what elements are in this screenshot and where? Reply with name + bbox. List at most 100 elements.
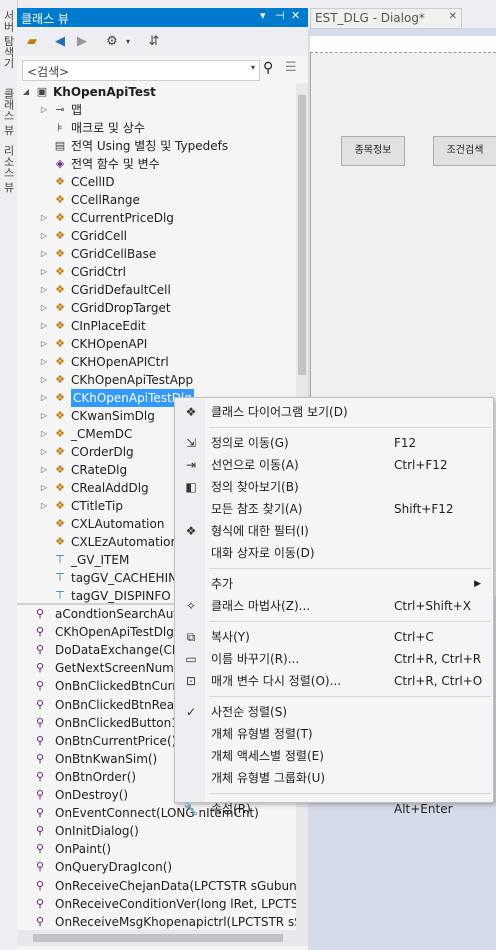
document-tab-label: EST_DLG - Dialog* <box>315 11 425 25</box>
menu-item[interactable]: ❖ 클래스 다이어그램 보기(D) <box>175 401 493 423</box>
menu-item[interactable]: ⇲ 정의로 이동(G) F12 <box>175 432 493 454</box>
goto-definition-icon: ⇲ <box>185 436 197 450</box>
tab-server-explorer[interactable]: 서버 탐색기 <box>1 10 16 69</box>
member-item-label: OnReceiveMsgKhopenapictrl(LPCTSTR sScrN <box>55 914 296 929</box>
scrollbar-thumb[interactable] <box>33 934 283 942</box>
member-item[interactable]: ⚲ OnReceiveMsgKhopenapictrl(LPCTSTR sScrN <box>17 913 296 930</box>
tree-item[interactable]: ▷ ❖ CGridCtrl <box>17 263 296 281</box>
menu-item[interactable]: ❖ 형식에 대한 필터(I) <box>175 520 493 542</box>
tree-item[interactable]: ▷ ❖ CKHOpenAPI <box>17 335 296 353</box>
class-icon: ❖ <box>55 409 65 422</box>
expand-toggle-icon[interactable]: ▷ <box>39 425 49 443</box>
search-icon[interactable]: ⚲ <box>263 60 273 76</box>
expand-toggle-icon[interactable]: ▷ <box>39 245 49 263</box>
expand-toggle-icon[interactable]: ▷ <box>39 281 49 299</box>
tree-item[interactable]: ▷ ❖ CGridCell <box>17 227 296 245</box>
tree-item[interactable]: ◈ 전역 함수 및 변수 <box>17 155 296 173</box>
menu-item[interactable]: 개체 유형별 그룹화(U) <box>175 767 493 789</box>
menu-item[interactable]: 🔧 속성(R) Alt+Enter <box>175 798 493 820</box>
menu-item[interactable]: ⊡ 매개 변수 다시 정렬(O)... Ctrl+R, Ctrl+O <box>175 670 493 692</box>
expand-toggle-icon[interactable]: ▷ <box>39 227 49 245</box>
document-tab[interactable]: EST_DLG - Dialog* ✕ <box>310 8 462 29</box>
expand-toggle-icon[interactable]: ▷ <box>39 407 49 425</box>
class-icon: ❖ <box>55 175 65 188</box>
dialog-button-condition-search[interactable]: 조건검색 <box>433 136 496 166</box>
menu-item[interactable]: ✓ 사전순 정렬(S) <box>175 701 493 723</box>
tree-item[interactable]: ▷ ❖ CKHOpenAPICtrl <box>17 353 296 371</box>
tree-item[interactable]: ▷ ❖ CGridDropTarget <box>17 299 296 317</box>
tab-class-view[interactable]: 클래스 뷰 <box>1 88 16 136</box>
expand-toggle-icon[interactable]: ▷ <box>39 371 49 389</box>
menu-item-label: 개체 유형별 정렬(T) <box>211 727 313 741</box>
expand-toggle-icon[interactable]: ▷ <box>39 443 49 461</box>
expand-toggle-icon[interactable]: ▷ <box>39 209 49 227</box>
tree-item[interactable]: ⊧ 매크로 및 상수 <box>17 119 296 137</box>
tree-item[interactable]: ❖ CCellRange <box>17 191 296 209</box>
menu-item[interactable]: ▭ 이름 바꾸기(R)... Ctrl+R, Ctrl+R <box>175 648 493 670</box>
class-icon: ❖ <box>55 193 65 206</box>
tree-item[interactable]: ▷ ❖ CGridDefaultCell <box>17 281 296 299</box>
close-icon[interactable]: ✕ <box>291 9 300 22</box>
expand-toggle-icon[interactable]: ▷ <box>39 317 49 335</box>
back-icon[interactable]: ◀ <box>51 33 69 51</box>
tree-item[interactable]: ▷ ❖ CCurrentPriceDlg <box>17 209 296 227</box>
tab-resource-view[interactable]: 리소스 뷰 <box>1 145 16 193</box>
member-item-label: OnQueryDragIcon() <box>55 860 173 875</box>
menu-item[interactable]: ◧ 정의 찾아보기(B) <box>175 476 493 498</box>
dialog-button-stock-info[interactable]: 종목정보 <box>341 136 405 166</box>
tree-item[interactable]: ◢ ▣ KhOpenApiTest <box>17 83 296 101</box>
close-icon[interactable]: ✕ <box>449 11 457 22</box>
member-item[interactable]: ⚲ OnInitDialog() <box>17 822 296 840</box>
class-tree-icon[interactable]: ⇵ <box>145 33 163 51</box>
menu-item[interactable]: 추가 ▶ <box>175 573 493 595</box>
member-item[interactable]: ⚲ OnReceiveChejanData(LPCTSTR sGubun, LO <box>17 877 296 895</box>
tree-item[interactable]: ▷ ❖ CInPlaceEdit <box>17 317 296 335</box>
expand-toggle-icon[interactable]: ▷ <box>39 101 49 119</box>
expand-toggle-icon[interactable]: ▷ <box>39 461 49 479</box>
expand-toggle-icon[interactable]: ▷ <box>39 389 49 407</box>
tree-item-label: CTitleTip <box>71 499 124 513</box>
expand-toggle-icon[interactable]: ▷ <box>39 299 49 317</box>
expand-toggle-icon[interactable]: ◢ <box>21 83 31 101</box>
tree-item[interactable]: ▷ ❖ CGridCellBase <box>17 245 296 263</box>
expand-toggle-icon[interactable]: ▷ <box>39 335 49 353</box>
options-icon[interactable]: ☰ <box>285 60 297 75</box>
menu-item[interactable]: 대화 상자로 이동(D) <box>175 542 493 564</box>
menu-item-shortcut: Ctrl+C <box>394 630 434 644</box>
member-item-label: aCondtionSearchAuto <box>55 607 186 621</box>
member-item[interactable]: ⚲ OnPaint() <box>17 840 296 858</box>
menu-item[interactable]: 개체 유형별 정렬(T) <box>175 723 493 745</box>
menu-item[interactable]: ⇥ 선언으로 이동(A) Ctrl+F12 <box>175 454 493 476</box>
dropdown-icon[interactable]: ▾ <box>260 9 266 22</box>
menu-separator <box>209 793 491 794</box>
class-view-toolbar: ▰ ◀ ▶ ⚙ ▾ ⇵ <box>17 28 308 56</box>
horizontal-scrollbar[interactable] <box>17 930 308 946</box>
menu-item[interactable]: ✧ 클래스 마법사(Z)... Ctrl+Shift+X <box>175 595 493 617</box>
expand-toggle-icon[interactable]: ▷ <box>39 353 49 371</box>
tree-item[interactable]: ▷ ❖ CKhOpenApiTestApp <box>17 371 296 389</box>
pin-icon[interactable]: ⊣ <box>275 9 285 22</box>
menu-item[interactable]: 모든 참조 찾기(A) Shift+F12 <box>175 498 493 520</box>
expand-toggle-icon[interactable]: ▷ <box>39 497 49 515</box>
menu-item-label: 클래스 마법사(Z)... <box>211 599 311 613</box>
expand-toggle-icon[interactable]: ▷ <box>39 263 49 281</box>
scrollbar-thumb[interactable] <box>298 95 306 375</box>
chevron-down-icon[interactable]: ▾ <box>251 63 255 72</box>
submenu-arrow-icon: ▶ <box>474 579 481 589</box>
tree-item[interactable]: ❖ CCellID <box>17 173 296 191</box>
search-input[interactable]: <검색> ▾ <box>22 60 260 81</box>
expand-toggle-icon[interactable]: ▷ <box>39 479 49 497</box>
tree-item-label: 전역 Using 별칭 및 Typedefs <box>71 139 229 153</box>
member-item[interactable]: ⚲ OnReceiveConditionVer(long lRet, LPCTST… <box>17 895 296 913</box>
forward-icon[interactable]: ▶ <box>73 33 91 51</box>
member-item[interactable]: ⚲ OnQueryDragIcon() <box>17 858 296 876</box>
member-item-label: OnInitDialog() <box>55 824 139 839</box>
chevron-down-icon[interactable]: ▾ <box>119 33 137 51</box>
menu-item[interactable]: ⧉ 복사(Y) Ctrl+C <box>175 626 493 648</box>
method-icon: ⚲ <box>35 751 45 765</box>
tree-item[interactable]: ▤ 전역 Using 별칭 및 Typedefs <box>17 137 296 155</box>
class-diagram-icon: ❖ <box>185 405 197 419</box>
tree-item[interactable]: ▷ ⊸ 맵 <box>17 101 296 119</box>
new-folder-icon[interactable]: ▰ <box>23 33 41 51</box>
menu-item[interactable]: 개체 액세스별 정렬(E) <box>175 745 493 767</box>
